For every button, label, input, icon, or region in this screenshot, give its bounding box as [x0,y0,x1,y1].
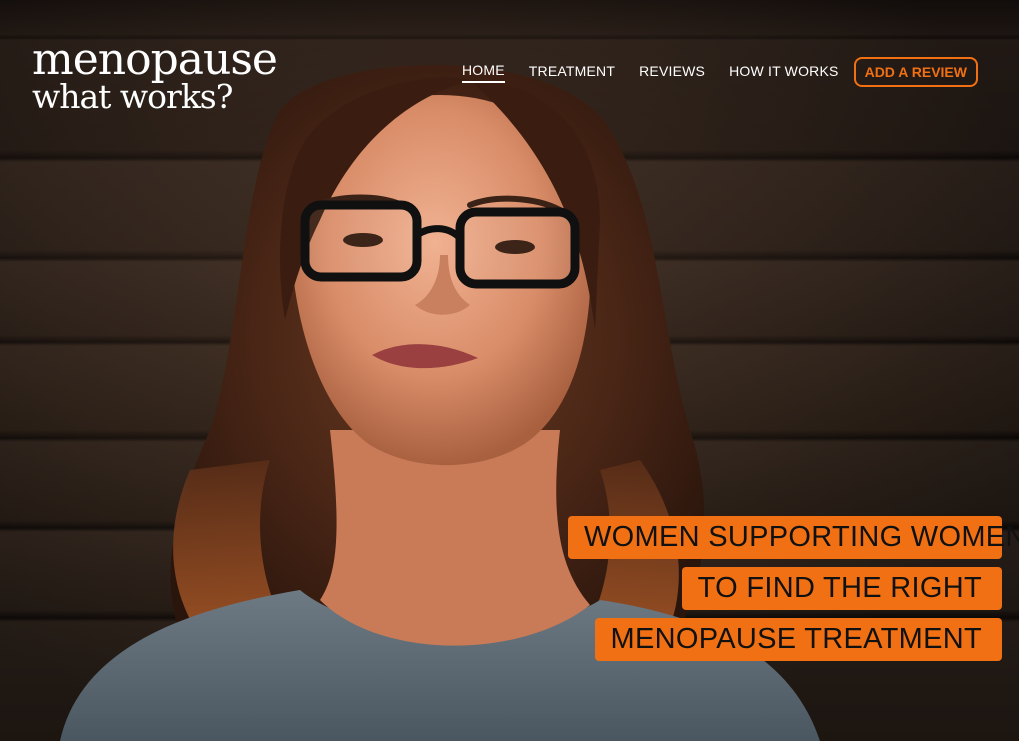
nav-home[interactable]: HOME [461,62,505,83]
tagline-line-3: MENOPAUSE TREATMENT [594,618,1002,661]
hero-tagline: WOMEN SUPPORTING WOMEN TO FIND THE RIGHT… [568,516,1019,661]
tagline-line-1: WOMEN SUPPORTING WOMEN [568,516,1019,559]
add-review-button[interactable]: ADD A REVIEW [853,57,978,87]
logo-line-1: menopause [32,34,278,85]
tagline-line-2: TO FIND THE RIGHT [681,567,1002,610]
site-logo[interactable]: menopause what works? [32,34,278,116]
nav-reviews[interactable]: REVIEWS [639,63,705,82]
nav-how-it-works[interactable]: HOW IT WORKS [729,63,838,82]
nav-treatment[interactable]: TREATMENT [529,63,615,82]
main-nav: HOME TREATMENT REVIEWS HOW IT WORKS ADD … [461,57,978,87]
logo-line-2: what works? [32,76,233,116]
